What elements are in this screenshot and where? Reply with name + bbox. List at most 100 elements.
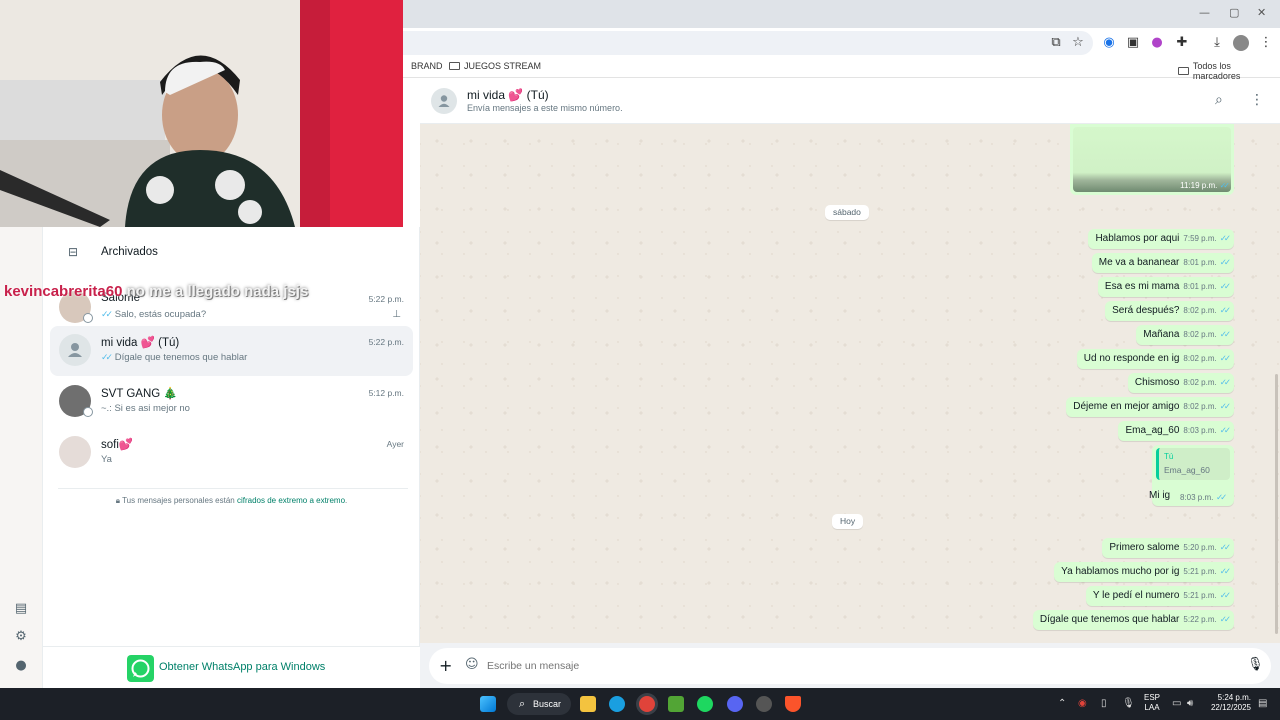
- chat-header[interactable]: mi vida 💕 (Tú) Envía mensajes a este mis…: [420, 79, 1280, 124]
- edge-browser-icon[interactable]: [609, 696, 625, 712]
- notifications-icon[interactable]: ▤: [1258, 698, 1267, 709]
- reply-message-bubble[interactable]: Tú Ema_ag_60 Mi ig 8:03 p.m. ✓✓: [1149, 445, 1234, 506]
- default-avatar-icon: [431, 88, 457, 114]
- get-whatsapp-banner[interactable]: Obtener WhatsApp para Windows: [43, 646, 420, 688]
- extensions-puzzle-icon[interactable]: ✚: [1174, 35, 1190, 51]
- get-app-label: Obtener WhatsApp para Windows: [159, 661, 326, 673]
- message-bubble[interactable]: Y le pedí el numero 5:21 p.m. ✓✓: [1085, 586, 1234, 606]
- taskbar-search[interactable]: ⌕ Buscar: [507, 693, 571, 715]
- quoted-message[interactable]: Tú Ema_ag_60: [1156, 448, 1230, 480]
- encryption-note: 🔒︎ Tus mensajes personales están cifrado…: [115, 496, 348, 505]
- tray-obs-icon[interactable]: ◉: [1078, 698, 1087, 709]
- message-bubble[interactable]: Mañana 8:02 p.m. ✓✓: [1136, 325, 1234, 345]
- message-time: 8:03 p.m.: [1180, 493, 1214, 502]
- archived-label: Archivados: [101, 246, 158, 258]
- profile-avatar-icon[interactable]: [1233, 35, 1249, 51]
- double-check-icon: ✓✓: [1219, 305, 1231, 315]
- volume-icon[interactable]: 🔊︎: [1187, 698, 1193, 709]
- overlay-message: no me a llegado nada jsjs: [122, 283, 309, 300]
- bookmarks-bar: BRAND JUEGOS STREAM Todos los marcadores: [403, 56, 1280, 81]
- input-language-indicator[interactable]: ESP LAA: [1144, 693, 1160, 713]
- extension-audio-icon[interactable]: ◉: [1101, 35, 1117, 51]
- attach-plus-icon[interactable]: +: [439, 656, 452, 675]
- extension-profile-icon[interactable]: ●: [1149, 35, 1165, 51]
- maximize-window-button[interactable]: ▢: [1229, 6, 1239, 19]
- browser-tab-strip: — ▢ ✕: [403, 0, 1280, 28]
- divider: [58, 488, 408, 489]
- minimize-window-button[interactable]: —: [1199, 6, 1210, 19]
- chat-preview: ✓✓ Dígale que tenemos que hablar: [101, 352, 248, 363]
- double-check-icon: ✓✓: [1219, 281, 1231, 291]
- folder-icon: [449, 62, 460, 70]
- webcam-image: [0, 0, 403, 227]
- microphone-icon[interactable]: 🎙︎: [1247, 657, 1264, 672]
- bookmark-brand[interactable]: BRAND: [411, 61, 443, 71]
- message-bubble[interactable]: Chismoso 8:02 p.m. ✓✓: [1127, 373, 1234, 393]
- minecraft-icon[interactable]: [668, 696, 684, 712]
- double-check-icon: ✓✓: [1219, 401, 1231, 411]
- discord-icon[interactable]: [727, 696, 743, 712]
- chat-row-mi-vida[interactable]: mi vida 💕 (Tú) ✓✓ Dígale que tenemos que…: [50, 326, 413, 376]
- message-bubble[interactable]: Déjeme en mejor amigo 8:02 p.m. ✓✓: [1066, 397, 1234, 417]
- windows-start-icon[interactable]: [480, 696, 496, 712]
- close-window-button[interactable]: ✕: [1257, 6, 1266, 19]
- conversation-panel: 11:19 p.m. ✓✓ sábado Hablamos por aqui 7:…: [420, 124, 1280, 643]
- extension-icon[interactable]: ▣: [1125, 35, 1141, 51]
- message-bubble[interactable]: Será después? 8:02 p.m. ✓✓: [1105, 301, 1234, 321]
- message-composer: + ☺ 🎙︎: [420, 643, 1280, 688]
- tray-microphone-icon[interactable]: 🎙︎: [1122, 698, 1135, 709]
- webcam-overlay: [0, 0, 403, 227]
- message-bubble[interactable]: Ema_ag_60 8:03 p.m. ✓✓: [1118, 421, 1234, 441]
- whatsapp-logo-icon: [127, 655, 154, 682]
- tray-overflow-chevron-icon[interactable]: ⌃: [1058, 698, 1066, 709]
- message-bubble[interactable]: Ya hablamos mucho por ig 5:21 p.m. ✓✓: [1054, 562, 1234, 582]
- search-icon: ⌕: [519, 697, 526, 710]
- network-icon[interactable]: ▭: [1172, 698, 1181, 709]
- menu-dots-icon[interactable]: ⋮: [1250, 92, 1264, 108]
- folder-icon: [1178, 67, 1189, 75]
- spotify-icon[interactable]: [697, 696, 713, 712]
- download-icon[interactable]: ⤓: [1209, 35, 1225, 51]
- chat-name: mi vida 💕 (Tú): [101, 337, 180, 349]
- message-bubble[interactable]: Esa es mi mama 8:01 p.m. ✓✓: [1097, 277, 1234, 297]
- message-input[interactable]: [487, 657, 1227, 675]
- chat-row-sofi[interactable]: sofi💕 Ya Ayer: [50, 428, 413, 478]
- tray-battery-icon[interactable]: ▯: [1101, 698, 1107, 709]
- chrome-browser-icon[interactable]: [639, 696, 655, 712]
- profile-icon[interactable]: ●: [12, 658, 30, 676]
- message-bubble[interactable]: Ud no responde en ig 8:02 p.m. ✓✓: [1076, 349, 1234, 369]
- image-thumbnail: 11:19 p.m. ✓✓: [1073, 127, 1231, 192]
- overlay-nickname: kevincabrerita60: [4, 283, 123, 300]
- encryption-link[interactable]: cifrados de extremo a extremo: [237, 496, 345, 505]
- stream-chat-overlay: kevincabrerita60 no me a llegado nada js…: [4, 283, 308, 300]
- message-bubble[interactable]: Dígale que tenemos que hablar 5:22 p.m. ✓✓: [1032, 610, 1234, 630]
- chat-row-svt-gang[interactable]: SVT GANG 🎄 ~.: Si es asi mejor no 5:12 p…: [50, 377, 413, 427]
- bookmark-juegos-stream[interactable]: JUEGOS STREAM: [449, 61, 541, 71]
- double-check-icon: ✓✓: [1216, 492, 1227, 502]
- search-icon[interactable]: ⌕: [1215, 92, 1223, 108]
- double-check-icon: ✓✓: [1219, 377, 1231, 387]
- settings-gear-icon[interactable]: ⚙: [12, 629, 30, 647]
- bookmark-star-icon[interactable]: ☆: [1070, 35, 1086, 51]
- conversation-scrollbar[interactable]: [1275, 374, 1278, 634]
- archived-chats-item[interactable]: ⊟ Archivados: [43, 241, 420, 265]
- chat-name: SVT GANG 🎄: [101, 388, 178, 400]
- sticker-emoji-icon[interactable]: ☺: [465, 657, 479, 672]
- double-check-icon: ✓✓: [1219, 181, 1231, 190]
- taskbar-clock[interactable]: 5:24 p.m. 22/12/2025: [1205, 693, 1251, 713]
- file-explorer-icon[interactable]: [580, 696, 596, 712]
- lock-icon: 🔒︎: [115, 496, 121, 505]
- message-bubble[interactable]: Hablamos por aqui 7:59 p.m. ✓✓: [1088, 229, 1234, 249]
- obs-studio-icon[interactable]: [756, 696, 772, 712]
- message-bubble[interactable]: Primero salome 5:20 p.m. ✓✓: [1102, 538, 1234, 558]
- double-check-icon: ✓✓: [1219, 329, 1231, 339]
- brave-browser-icon[interactable]: [785, 696, 801, 712]
- message-bubble[interactable]: Me va a bananear 8:01 p.m. ✓✓: [1091, 253, 1234, 273]
- composer-box: + ☺ 🎙︎: [429, 648, 1271, 684]
- browser-menu-icon[interactable]: ⋮: [1258, 35, 1274, 51]
- image-message[interactable]: 11:19 p.m. ✓✓: [1070, 124, 1234, 195]
- bookmark-all-bookmarks[interactable]: Todos los marcadores: [1178, 61, 1280, 81]
- media-icon[interactable]: ▤: [12, 601, 30, 619]
- install-app-icon[interactable]: ⧉: [1048, 35, 1064, 51]
- address-bar[interactable]: [403, 31, 1093, 55]
